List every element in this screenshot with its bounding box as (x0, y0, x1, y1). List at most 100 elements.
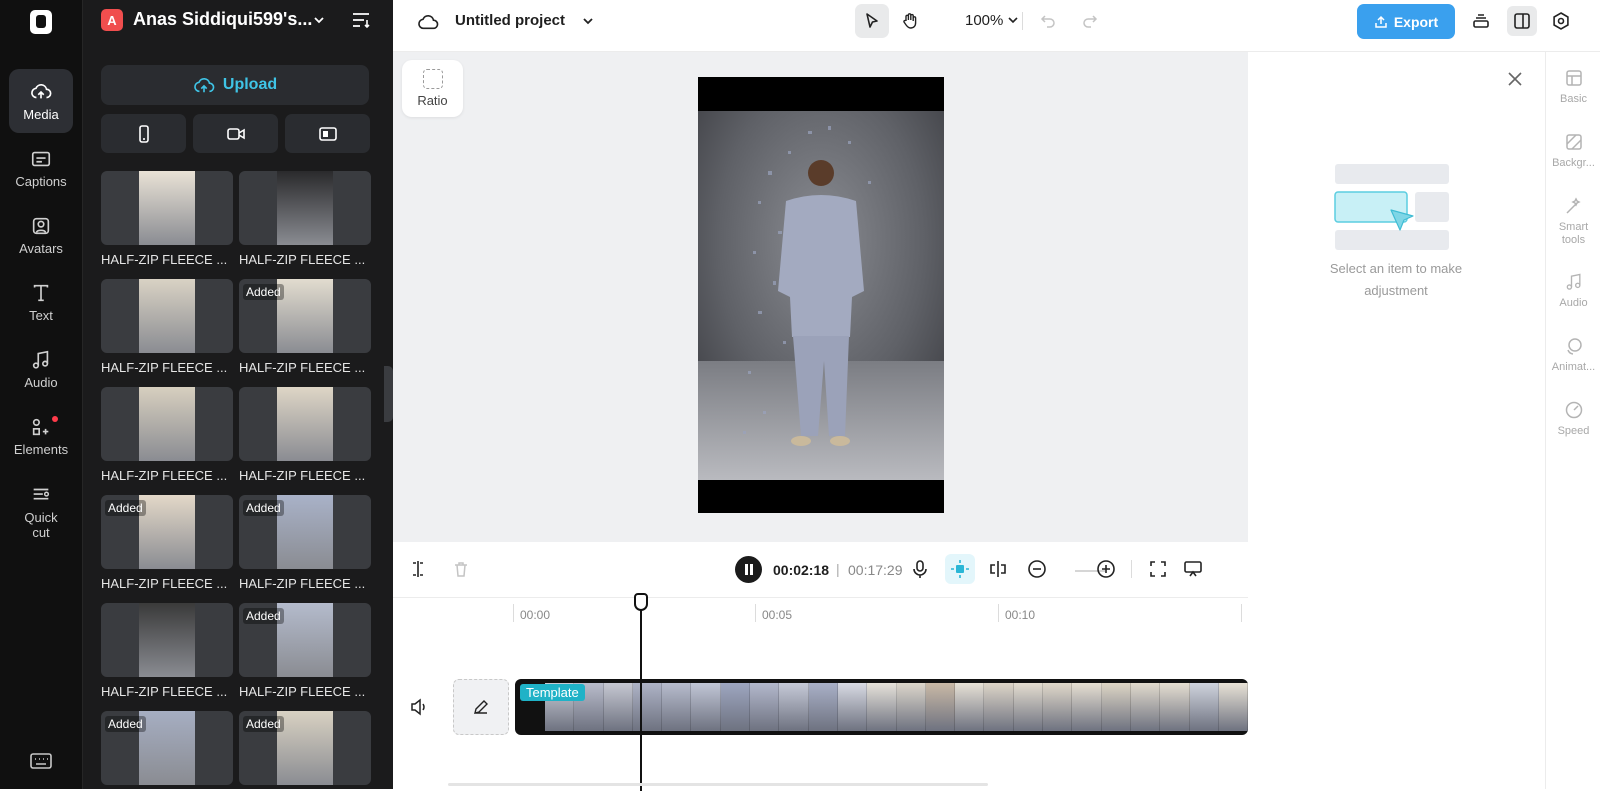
tab-label: Audio (1559, 297, 1588, 309)
split-button[interactable] (405, 556, 431, 582)
chevron-down-icon[interactable] (581, 14, 595, 28)
cloud-sync-icon[interactable] (417, 12, 439, 32)
tab-label: Animat... (1551, 361, 1596, 373)
divider (1131, 560, 1132, 578)
clip-frame (603, 683, 633, 731)
tick-mark (1241, 604, 1242, 622)
media-label: HALF-ZIP FLEECE ... (239, 576, 366, 591)
layers-button[interactable] (1466, 6, 1496, 36)
sort-icon[interactable] (351, 11, 371, 29)
media-thumbnail[interactable] (101, 279, 233, 353)
select-tool-button[interactable] (855, 4, 889, 38)
undo-button[interactable] (1031, 4, 1065, 38)
video-preview[interactable] (698, 77, 944, 513)
hand-tool-button[interactable] (893, 4, 927, 38)
rail-item-quick-cut[interactable]: Quick cut (9, 476, 73, 548)
microphone-icon (913, 560, 927, 578)
keyboard-icon[interactable] (30, 752, 52, 770)
timeline-scrollbar[interactable] (448, 783, 988, 786)
workspace-avatar[interactable]: A (101, 9, 123, 31)
zoom-level[interactable]: 100% (965, 12, 1003, 29)
clip-frame (662, 683, 692, 731)
clip-frame (632, 683, 663, 731)
basic-icon (1565, 70, 1582, 86)
clip-frame (1101, 683, 1131, 731)
tab-basic[interactable]: Basic (1546, 68, 1600, 106)
rail-item-captions[interactable]: Captions (9, 136, 73, 200)
media-thumbnail[interactable]: Added (239, 603, 371, 677)
rail-item-elements[interactable]: Elements (9, 404, 73, 468)
upload-button[interactable]: Upload (101, 65, 369, 105)
video-clip[interactable]: Template (515, 679, 1248, 735)
trash-icon (455, 562, 467, 577)
media-thumbnail[interactable]: Added (239, 495, 371, 569)
media-thumbnail[interactable] (239, 387, 371, 461)
playhead[interactable] (640, 594, 642, 791)
record-screen-button[interactable] (285, 114, 370, 153)
tab-audio[interactable]: Audio (1546, 272, 1600, 310)
rail-item-audio[interactable]: Audio (9, 337, 73, 401)
ratio-button[interactable]: Ratio (402, 60, 463, 117)
record-video-button[interactable] (193, 114, 278, 153)
timeline[interactable]: 00:00 00:05 00:10 Template (393, 593, 1248, 791)
playhead-handle[interactable] (634, 593, 648, 611)
redo-button[interactable] (1073, 4, 1107, 38)
record-voiceover-button[interactable] (907, 556, 933, 582)
rail-item-text[interactable]: Text (9, 270, 73, 334)
app-logo-icon[interactable] (30, 10, 52, 34)
zoom-out-button[interactable] (1024, 556, 1050, 582)
ratio-icon (422, 69, 443, 89)
workspace-name[interactable]: Anas Siddiqui599's... (133, 9, 312, 30)
media-thumbnail[interactable] (101, 171, 233, 245)
upload-from-phone-button[interactable] (101, 114, 186, 153)
pencil-icon (474, 700, 488, 714)
volume-icon[interactable] (409, 698, 429, 716)
chevron-down-icon[interactable] (312, 13, 326, 27)
link-clips-button[interactable] (985, 556, 1011, 582)
clip-frame (867, 683, 897, 731)
settings-button[interactable] (1546, 6, 1576, 36)
media-thumbnail[interactable]: Added (239, 711, 371, 785)
media-thumbnail[interactable]: Added (239, 279, 371, 353)
media-thumbnail[interactable] (101, 387, 233, 461)
magnet-snap-button[interactable] (945, 554, 975, 584)
media-thumbnail[interactable]: Added (101, 495, 233, 569)
media-thumbnail[interactable] (239, 171, 371, 245)
media-image (277, 495, 333, 569)
rail-label: Quick cut (24, 510, 58, 540)
tab-speed[interactable]: Speed (1546, 400, 1600, 438)
tick-mark (998, 604, 999, 622)
media-label: HALF-ZIP FLEECE ... (101, 360, 228, 375)
preview-settings-button[interactable] (1180, 556, 1206, 582)
hand-icon (903, 13, 917, 29)
tab-animation[interactable]: Animat... (1546, 336, 1600, 374)
chevron-down-icon[interactable] (1007, 14, 1019, 26)
canvas-area[interactable]: Ratio (393, 52, 1248, 542)
close-icon[interactable] (1506, 70, 1524, 88)
collapse-panel-handle[interactable] (384, 366, 393, 422)
rail-item-avatars[interactable]: Avatars (9, 203, 73, 267)
rail-label: Media (23, 106, 59, 122)
zoom-in-button[interactable] (1093, 556, 1119, 582)
project-title[interactable]: Untitled project (455, 12, 565, 29)
tab-background[interactable]: Backgr... (1546, 132, 1600, 170)
export-button[interactable]: Export (1357, 4, 1455, 39)
music-note-icon (1566, 273, 1580, 290)
total-duration: 00:17:29 (848, 562, 903, 578)
added-badge: Added (243, 284, 284, 300)
pause-button[interactable] (735, 556, 762, 583)
rail-item-media[interactable]: Media (9, 69, 73, 133)
clip-frame (837, 683, 868, 731)
edit-cover-button[interactable] (453, 679, 509, 735)
empty-state-illustration (1334, 164, 1449, 250)
media-thumbnail[interactable] (101, 603, 233, 677)
media-thumbnail[interactable]: Added (101, 711, 233, 785)
magic-wand-icon (1565, 197, 1581, 214)
clip-frame (896, 683, 926, 731)
toggle-panel-button[interactable] (1507, 6, 1537, 36)
tab-smart-tools[interactable]: Smart tools (1546, 196, 1600, 247)
zoom-out-icon (1028, 560, 1046, 578)
delete-button[interactable] (448, 556, 474, 582)
clip-frame (1189, 683, 1219, 731)
fullscreen-button[interactable] (1145, 556, 1171, 582)
